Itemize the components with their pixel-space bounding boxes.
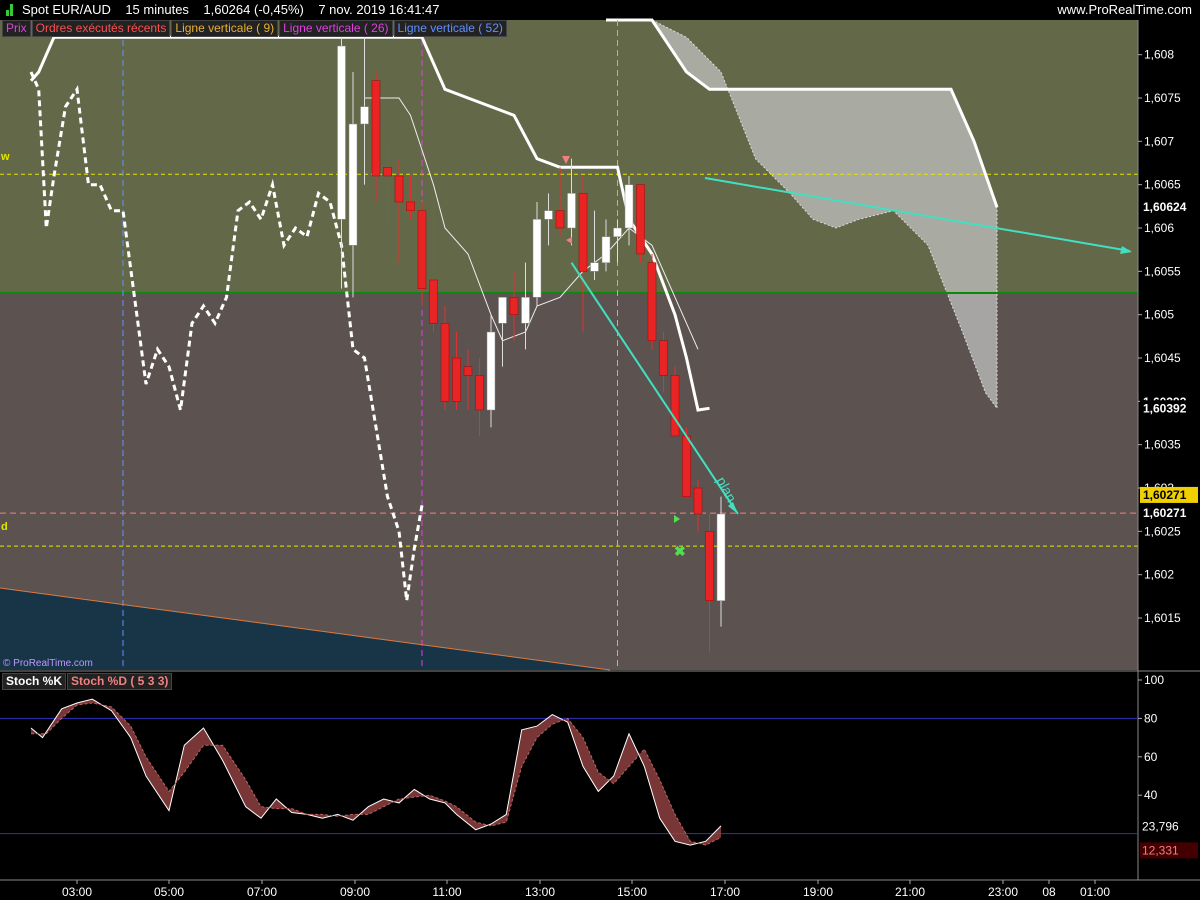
candle-body-33 bbox=[716, 513, 726, 601]
candle-body-10 bbox=[452, 357, 461, 402]
d-marker: d bbox=[1, 521, 8, 533]
legend-vline-9[interactable]: Ligne verticale ( 9) bbox=[171, 20, 279, 37]
candle-body-7 bbox=[417, 210, 427, 289]
legend-prix[interactable]: Prix bbox=[2, 20, 31, 37]
candle-body-32 bbox=[705, 531, 714, 601]
candle-body-6 bbox=[406, 201, 415, 211]
candle-body-27 bbox=[647, 262, 657, 341]
stoch-background bbox=[0, 672, 1138, 880]
candle-body-13 bbox=[486, 331, 496, 411]
stoch-tick-label-0: 100 bbox=[1144, 673, 1164, 687]
kijun-value-tag: 1,60271 bbox=[1143, 506, 1187, 520]
x-tick-label-7: 17:00 bbox=[710, 885, 740, 899]
y-tick-label-2: 1,607 bbox=[1144, 134, 1174, 148]
tenkan-value-tag: 1,60392 bbox=[1143, 401, 1187, 415]
x-tick-label-5: 13:00 bbox=[525, 885, 555, 899]
x-tick-label-9: 21:00 bbox=[895, 885, 925, 899]
candle-body-20 bbox=[567, 193, 576, 229]
x-tick-label-0: 03:00 bbox=[62, 885, 92, 899]
y-tick-label-0: 1,608 bbox=[1144, 48, 1174, 62]
candle-body-26 bbox=[636, 184, 645, 255]
candle-body-9 bbox=[440, 323, 450, 402]
exit-x-icon: ✖ bbox=[674, 543, 686, 559]
candle-body-29 bbox=[670, 375, 680, 437]
legend-stoch-d[interactable]: Stoch %D ( 5 3 3) bbox=[67, 673, 173, 690]
y-tick-label-7: 1,6045 bbox=[1144, 351, 1181, 365]
x-tick-label-12: 01:00 bbox=[1080, 885, 1110, 899]
candle-body-17 bbox=[532, 219, 542, 298]
y-tick-label-9: 1,6035 bbox=[1144, 438, 1181, 452]
legend-vline-26[interactable]: Ligne verticale ( 26) bbox=[279, 20, 393, 37]
x-tick-label-6: 15:00 bbox=[617, 885, 647, 899]
chart-canvas[interactable]: planwd✖ 1,6081,60751,6071,60651,6061,605… bbox=[0, 0, 1200, 900]
y-tick-label-5: 1,6055 bbox=[1144, 264, 1181, 278]
x-tick-label-1: 05:00 bbox=[154, 885, 184, 899]
x-tick-label-4: 11:00 bbox=[432, 885, 461, 899]
stoch-tick-label-3: 40 bbox=[1144, 788, 1158, 802]
current-price-tag: 1,60271 bbox=[1143, 488, 1187, 502]
candle-body-2 bbox=[360, 106, 369, 125]
candle-body-30 bbox=[682, 435, 691, 497]
candle-body-23 bbox=[601, 236, 611, 263]
candle-body-31 bbox=[693, 487, 703, 515]
candle-body-16 bbox=[521, 297, 530, 324]
y-tick-label-12: 1,602 bbox=[1144, 568, 1174, 582]
y-tick-label-3: 1,6065 bbox=[1144, 178, 1181, 192]
stoch-d-value: 12,331 bbox=[1142, 843, 1179, 857]
time-axis: 03:00 05:00 07:00 09:00 11:00 13:00 15:00 17:00… bbox=[0, 879, 1200, 899]
x-tick-label-8: 19:00 bbox=[803, 885, 833, 899]
x-tick-label-2: 07:00 bbox=[247, 885, 277, 899]
candle-body-3 bbox=[371, 80, 381, 177]
candle-body-21 bbox=[578, 193, 588, 272]
y-tick-label-1: 1,6075 bbox=[1144, 91, 1181, 105]
legend-stoch-k[interactable]: Stoch %K bbox=[2, 673, 67, 690]
price-legend: Prix Ordres exécutés récents Ligne vertica… bbox=[2, 20, 508, 37]
candle-body-8 bbox=[429, 279, 438, 324]
x-tick-label-3: 09:00 bbox=[340, 885, 370, 899]
stoch-legend: Stoch %K Stoch %D ( 5 3 3) bbox=[2, 673, 173, 690]
candle-body-18 bbox=[544, 210, 553, 220]
candle-body-11 bbox=[463, 366, 473, 376]
x-tick-label-10: 23:00 bbox=[988, 885, 1018, 899]
stoch-tick-label-1: 80 bbox=[1144, 711, 1158, 725]
cloud-value-tag: 1,60624 bbox=[1143, 200, 1187, 214]
y-tick-label-11: 1,6025 bbox=[1144, 524, 1181, 538]
legend-orders[interactable]: Ordres exécutés récents bbox=[31, 20, 171, 37]
candle-body-12 bbox=[475, 375, 484, 411]
candle-body-4 bbox=[383, 167, 392, 177]
candle-body-25 bbox=[624, 184, 634, 229]
stoch-k-value: 23,796 bbox=[1142, 819, 1179, 833]
candle-body-0 bbox=[337, 45, 346, 220]
stoch-tick-label-2: 60 bbox=[1144, 750, 1158, 764]
copyright-text: © ProRealTime.com bbox=[3, 658, 93, 669]
candle-body-15 bbox=[509, 297, 519, 315]
y-tick-label-4: 1,606 bbox=[1144, 221, 1174, 235]
y-tick-label-6: 1,605 bbox=[1144, 308, 1174, 322]
x-tick-label-11: 08 bbox=[1042, 885, 1056, 899]
candle-body-1 bbox=[348, 123, 358, 246]
legend-vline-52[interactable]: Ligne verticale ( 52) bbox=[393, 20, 507, 37]
candle-body-28 bbox=[659, 340, 668, 376]
candle-body-19 bbox=[555, 210, 565, 229]
candle-body-22 bbox=[590, 262, 599, 272]
candle-body-5 bbox=[394, 175, 404, 203]
y-tick-label-13: 1,6015 bbox=[1144, 611, 1181, 625]
w-marker: w bbox=[0, 151, 10, 163]
candle-body-24 bbox=[613, 227, 622, 237]
candle-body-14 bbox=[498, 297, 507, 324]
